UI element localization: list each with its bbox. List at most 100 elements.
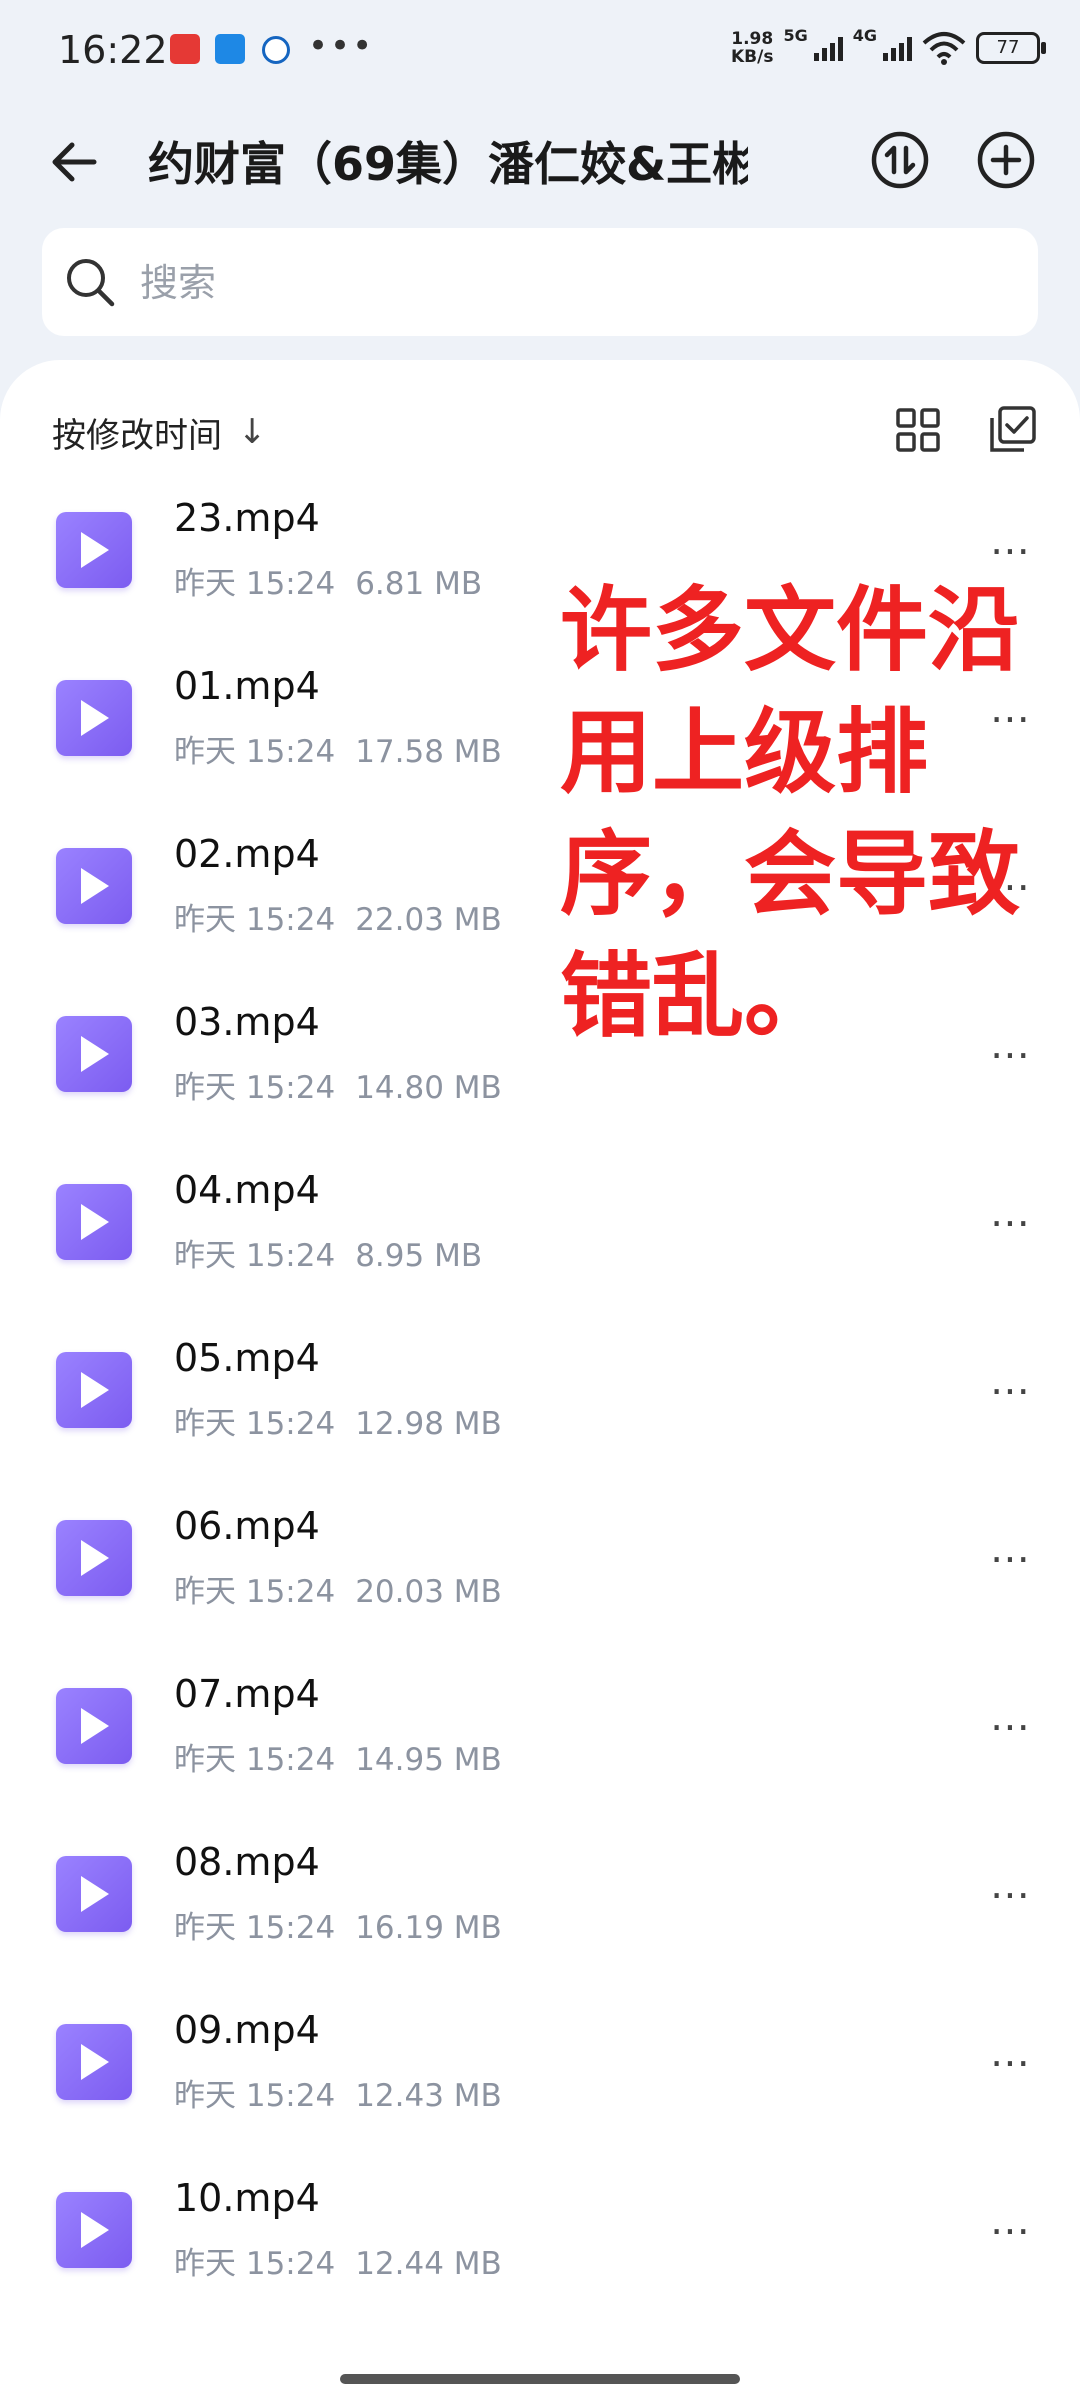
file-size: 8.95 MB bbox=[355, 1238, 483, 1274]
file-name: 04.mp4 bbox=[174, 1168, 320, 1212]
signal-icon-2 bbox=[883, 35, 912, 61]
video-file-icon bbox=[56, 1520, 132, 1596]
browser-notification-icon bbox=[262, 36, 290, 64]
file-row[interactable]: 09.mp4 昨天 15:24 12.43 MB ⋯ bbox=[0, 1984, 1080, 2152]
play-icon bbox=[81, 1540, 109, 1576]
video-file-icon bbox=[56, 512, 132, 588]
file-size: 14.95 MB bbox=[355, 1742, 502, 1778]
search-input[interactable] bbox=[138, 254, 1002, 312]
file-date: 昨天 15:24 bbox=[174, 1574, 336, 1610]
file-name: 02.mp4 bbox=[174, 832, 320, 876]
file-name: 08.mp4 bbox=[174, 1840, 320, 1884]
file-date: 昨天 15:24 bbox=[174, 734, 336, 770]
file-date: 昨天 15:24 bbox=[174, 1406, 336, 1442]
file-size: 12.98 MB bbox=[355, 1406, 502, 1442]
file-size: 12.43 MB bbox=[355, 2078, 502, 2114]
back-arrow-icon[interactable] bbox=[44, 132, 104, 192]
file-meta: 昨天 15:24 8.95 MB bbox=[174, 1230, 482, 1275]
video-file-icon bbox=[56, 1352, 132, 1428]
video-file-icon bbox=[56, 1856, 132, 1932]
sort-label: 按修改时间 bbox=[52, 415, 222, 456]
network-type-5g: 5G bbox=[783, 26, 808, 45]
play-icon bbox=[81, 532, 109, 568]
file-meta: 昨天 15:24 14.95 MB bbox=[174, 1734, 502, 1779]
file-meta: 昨天 15:24 12.43 MB bbox=[174, 2070, 502, 2115]
play-icon bbox=[81, 1708, 109, 1744]
file-meta: 昨天 15:24 12.98 MB bbox=[174, 1398, 502, 1443]
annotation-text: 许多文件沿用上级排序，会导致错乱。 bbox=[560, 577, 1021, 1050]
transfer-icon[interactable] bbox=[868, 128, 932, 192]
more-options-icon[interactable]: ⋯ bbox=[990, 1704, 1032, 1750]
more-options-icon[interactable]: ⋯ bbox=[990, 1536, 1032, 1582]
file-name: 01.mp4 bbox=[174, 664, 320, 708]
file-date: 昨天 15:24 bbox=[174, 1742, 336, 1778]
status-bar: 16:22 ••• 1.98 KB/s 5G 4G 77 bbox=[0, 0, 1080, 100]
file-row[interactable]: 08.mp4 昨天 15:24 16.19 MB ⋯ bbox=[0, 1816, 1080, 1984]
multi-select-icon[interactable] bbox=[984, 402, 1040, 458]
file-size: 22.03 MB bbox=[355, 902, 502, 938]
play-icon bbox=[81, 868, 109, 904]
file-size: 17.58 MB bbox=[355, 734, 502, 770]
file-meta: 昨天 15:24 6.81 MB bbox=[174, 558, 482, 603]
wifi-icon bbox=[922, 32, 966, 65]
search-bar[interactable] bbox=[42, 228, 1038, 336]
file-date: 昨天 15:24 bbox=[174, 566, 336, 602]
file-date: 昨天 15:24 bbox=[174, 1910, 336, 1946]
file-name: 06.mp4 bbox=[174, 1504, 320, 1548]
status-time: 16:22 bbox=[58, 28, 168, 72]
video-file-icon bbox=[56, 680, 132, 756]
home-indicator[interactable] bbox=[340, 2374, 740, 2384]
play-icon bbox=[81, 1876, 109, 1912]
file-name: 03.mp4 bbox=[174, 1000, 320, 1044]
file-meta: 昨天 15:24 20.03 MB bbox=[174, 1566, 502, 1611]
file-meta: 昨天 15:24 17.58 MB bbox=[174, 726, 502, 771]
play-icon bbox=[81, 2044, 109, 2080]
file-name: 07.mp4 bbox=[174, 1672, 320, 1716]
file-date: 昨天 15:24 bbox=[174, 1070, 336, 1106]
add-icon[interactable] bbox=[974, 128, 1038, 192]
network-type-4g: 4G bbox=[852, 26, 877, 45]
more-notifications-icon: ••• bbox=[308, 26, 375, 66]
play-icon bbox=[81, 1204, 109, 1240]
play-icon bbox=[81, 1372, 109, 1408]
more-options-icon[interactable]: ⋯ bbox=[990, 1872, 1032, 1918]
file-size: 12.44 MB bbox=[355, 2246, 502, 2282]
network-speed: 1.98 KB/s bbox=[731, 29, 774, 67]
folder-title: 约财富（69集）潘仁姣&王彬 bbox=[148, 137, 748, 191]
file-row[interactable]: 05.mp4 昨天 15:24 12.98 MB ⋯ bbox=[0, 1312, 1080, 1480]
video-file-icon bbox=[56, 1016, 132, 1092]
file-meta: 昨天 15:24 22.03 MB bbox=[174, 894, 502, 939]
more-options-icon[interactable]: ⋯ bbox=[990, 528, 1032, 574]
file-date: 昨天 15:24 bbox=[174, 902, 336, 938]
file-row[interactable]: 06.mp4 昨天 15:24 20.03 MB ⋯ bbox=[0, 1480, 1080, 1648]
file-row[interactable]: 04.mp4 昨天 15:24 8.95 MB ⋯ bbox=[0, 1144, 1080, 1312]
more-options-icon[interactable]: ⋯ bbox=[990, 2040, 1032, 2086]
app-notification-icon bbox=[170, 34, 200, 64]
file-name: 23.mp4 bbox=[174, 496, 320, 540]
video-file-icon bbox=[56, 2024, 132, 2100]
file-meta: 昨天 15:24 16.19 MB bbox=[174, 1902, 502, 1947]
file-row[interactable]: 07.mp4 昨天 15:24 14.95 MB ⋯ bbox=[0, 1648, 1080, 1816]
play-icon bbox=[81, 700, 109, 736]
grid-view-icon[interactable] bbox=[890, 402, 946, 458]
file-name: 10.mp4 bbox=[174, 2176, 320, 2220]
file-date: 昨天 15:24 bbox=[174, 2078, 336, 2114]
more-options-icon[interactable]: ⋯ bbox=[990, 1368, 1032, 1414]
more-options-icon[interactable]: ⋯ bbox=[990, 2208, 1032, 2254]
file-size: 6.81 MB bbox=[355, 566, 483, 602]
sort-direction-icon: ↓ bbox=[238, 412, 267, 452]
search-icon bbox=[67, 259, 115, 307]
file-date: 昨天 15:24 bbox=[174, 2246, 336, 2282]
file-size: 14.80 MB bbox=[355, 1070, 502, 1106]
file-name: 05.mp4 bbox=[174, 1336, 320, 1380]
battery-indicator: 77 bbox=[976, 32, 1046, 64]
app-header: 约财富（69集）潘仁姣&王彬 bbox=[0, 110, 1080, 210]
file-date: 昨天 15:24 bbox=[174, 1238, 336, 1274]
sort-selector[interactable]: 按修改时间 ↓ bbox=[52, 404, 267, 460]
file-meta: 昨天 15:24 12.44 MB bbox=[174, 2238, 502, 2283]
more-options-icon[interactable]: ⋯ bbox=[990, 1200, 1032, 1246]
file-row[interactable]: 10.mp4 昨天 15:24 12.44 MB ⋯ bbox=[0, 2152, 1080, 2320]
play-icon bbox=[81, 2212, 109, 2248]
file-size: 16.19 MB bbox=[355, 1910, 502, 1946]
video-file-icon bbox=[56, 1184, 132, 1260]
